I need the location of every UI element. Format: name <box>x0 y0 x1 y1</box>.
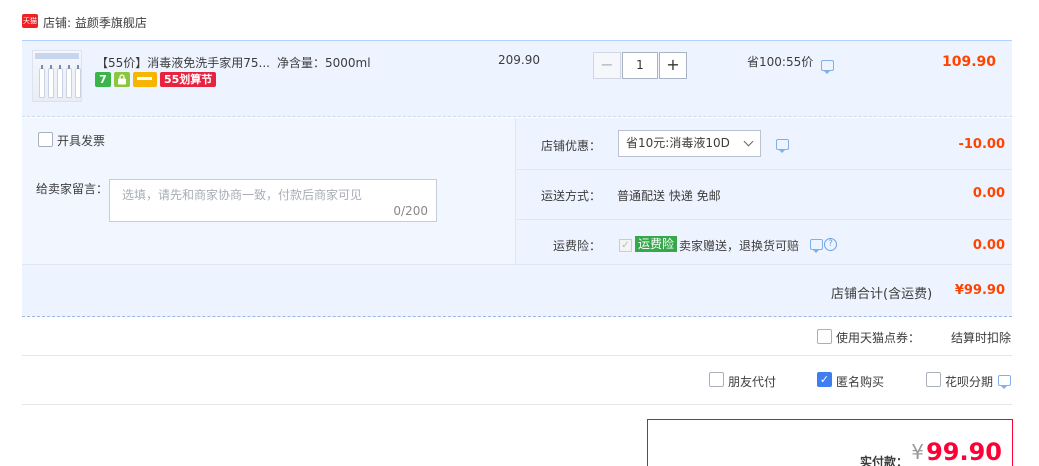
chat-icon[interactable] <box>821 60 834 74</box>
message-label: 给卖家留言： <box>36 182 109 196</box>
chevron-down-icon <box>743 136 754 147</box>
anonymous-label[interactable]: 匿名购买 <box>836 373 884 390</box>
message-char-count: 0/200 <box>393 204 428 218</box>
quantity-input[interactable]: 1 <box>622 52 658 79</box>
section-divider <box>22 404 1012 405</box>
item-subtotal: 109.90 <box>942 54 997 70</box>
tmall-points-value: 结算时扣除 <box>951 331 1012 345</box>
shop-name[interactable]: 益颜季旗舰店 <box>75 16 147 30</box>
unit-price: 209.90 <box>498 53 540 67</box>
huabei-checkbox[interactable] <box>926 372 941 387</box>
guarantee-icon <box>114 72 130 87</box>
shop-total-amount: ¥99.90 <box>954 283 1005 298</box>
invoice-label[interactable]: 开具发票 <box>57 132 105 149</box>
product-spec: 净含量：5000ml <box>277 56 371 70</box>
message-placeholder: 选填，请先和商家协商一致，付款后商家可见 <box>122 188 363 202</box>
row-divider <box>22 264 1012 265</box>
quantity-increase-button[interactable]: + <box>659 52 687 79</box>
payment-summary-box: 实付款： ¥ 99.90 <box>647 419 1013 466</box>
shop-name-line[interactable]: 店铺: 益颜季旗舰店 <box>43 14 147 31</box>
shipping-label: 运送方式： <box>541 189 602 203</box>
coupon-amount: -10.00 <box>958 137 1005 152</box>
coupon-label: 店铺优惠： <box>541 139 602 153</box>
insurance-description: 卖家赠送，退换货可赔 <box>679 239 800 253</box>
insurance-amount: 0.00 <box>972 238 1005 253</box>
shop-total-label: 店铺合计(含运费) <box>831 287 933 302</box>
seven-day-return-icon: 7 <box>95 72 111 87</box>
seller-message-textarea[interactable]: 选填，请先和商家协商一致，付款后商家可见 0/200 <box>109 179 437 222</box>
friend-pay-label[interactable]: 朋友代付 <box>728 373 776 390</box>
shipping-amount: 0.00 <box>972 186 1005 201</box>
insurance-checkbox: ✓ <box>619 239 632 252</box>
promo-55-badge: 55划算节 <box>160 72 217 87</box>
anonymous-checkbox[interactable]: ✓ <box>817 372 832 387</box>
invoice-checkbox[interactable] <box>38 132 53 147</box>
huabei-info-icon[interactable] <box>998 375 1011 389</box>
tmall-points-label[interactable]: 使用天猫点券： <box>836 329 920 346</box>
section-divider <box>22 355 1012 356</box>
product-thumbnail[interactable] <box>32 50 82 102</box>
currency-symbol: ¥ <box>911 440 924 464</box>
payment-label: 实付款： <box>859 455 908 466</box>
cart-item-row: 【55价】消毒液免洗手家用75... 净含量：5000ml 7 55划算节 20… <box>22 40 1012 117</box>
product-title[interactable]: 【55价】消毒液免洗手家用75... <box>96 54 270 71</box>
shop-coupon-select[interactable]: 省10元:消毒液10D <box>618 130 761 157</box>
order-options-left: 开具发票 给卖家留言： 选填，请先和商家协商一致，付款后商家可见 0/200 <box>22 118 516 264</box>
payment-amount: 99.90 <box>926 438 1002 466</box>
tmall-badge: 天猫 <box>22 14 38 28</box>
coupon-selected-value: 省10元:消毒液10D <box>626 136 730 150</box>
shipping-method: 普通配送 快递 免邮 <box>617 189 721 203</box>
credit-card-icon <box>133 72 157 87</box>
row-divider <box>517 169 1012 170</box>
coupon-chat-icon[interactable] <box>776 139 789 153</box>
insurance-badge: 运费险 <box>635 236 678 252</box>
insurance-label: 运费险： <box>553 239 602 253</box>
friend-pay-checkbox[interactable] <box>709 372 724 387</box>
order-options-panel: 开具发票 给卖家留言： 选填，请先和商家协商一致，付款后商家可见 0/200 店… <box>22 118 1012 317</box>
huabei-label[interactable]: 花呗分期 <box>945 373 993 390</box>
item-discount-text: 省100:55价 <box>747 55 814 69</box>
insurance-chat-icon[interactable] <box>810 239 823 253</box>
shop-label: 店铺: <box>43 16 72 30</box>
row-divider <box>517 219 1012 220</box>
quantity-decrease-button[interactable]: − <box>593 52 621 79</box>
tmall-points-checkbox[interactable] <box>817 329 832 344</box>
help-icon[interactable]: ? <box>824 238 837 251</box>
